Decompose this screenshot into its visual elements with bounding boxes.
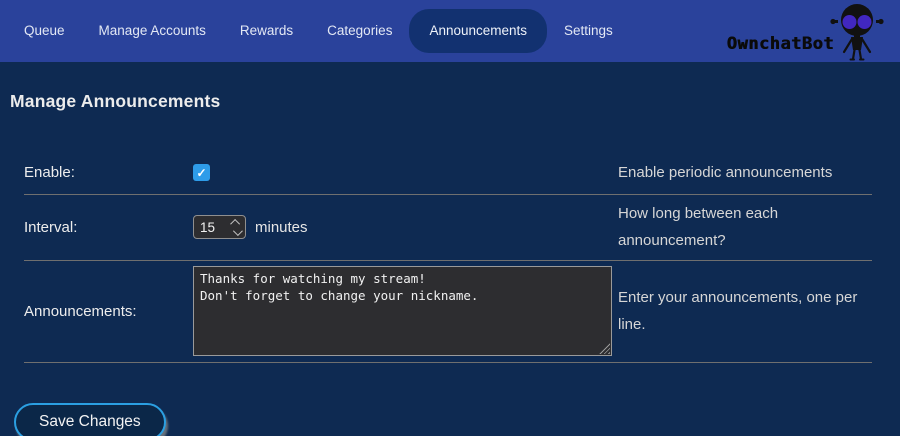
save-changes-button[interactable]: Save Changes [14,403,166,436]
announcements-textarea[interactable]: Thanks for watching my stream! Don't for… [193,266,612,356]
enable-checkbox[interactable]: ✓ [193,164,210,181]
nav-item-rewards[interactable]: Rewards [223,9,310,53]
enable-label: Enable: [24,164,193,181]
nav-item-announcements[interactable]: Announcements [409,9,547,53]
interval-help-text: How long between each announcement? [618,200,872,254]
interval-control: 15 minutes [193,215,618,239]
form-row-enable: Enable: ✓ Enable periodic announcements [24,152,872,195]
interval-input[interactable]: 15 [193,215,246,239]
robot-mascot-icon [830,3,884,61]
form-row-announcements: Announcements: Thanks for watching my st… [24,261,872,363]
announcements-textarea-wrap: Thanks for watching my stream! Don't for… [193,266,612,356]
nav-item-settings[interactable]: Settings [547,9,630,53]
interval-value: 15 [200,220,215,235]
form-row-interval: Interval: 15 minutes How long between ea… [24,195,872,261]
nav-item-queue[interactable]: Queue [7,9,82,53]
ownchatbot-logo: OwnchatBot [727,0,884,62]
interval-spinner[interactable] [233,219,240,236]
top-navbar: Queue Manage Accounts Rewards Categories… [0,0,900,62]
interval-unit-label: minutes [255,219,308,236]
interval-label: Interval: [24,219,193,236]
enable-help-text: Enable periodic announcements [618,159,872,186]
announcements-label: Announcements: [24,303,193,320]
announcements-form: Enable: ✓ Enable periodic announcements … [24,152,872,363]
page-title: Manage Announcements [10,91,900,112]
announcements-help-text: Enter your announcements, one per line. [618,284,872,338]
logo-wordmark: OwnchatBot [727,34,834,54]
enable-control: ✓ [193,164,618,182]
nav-item-categories[interactable]: Categories [310,9,409,53]
nav-item-manage-accounts[interactable]: Manage Accounts [82,9,223,53]
